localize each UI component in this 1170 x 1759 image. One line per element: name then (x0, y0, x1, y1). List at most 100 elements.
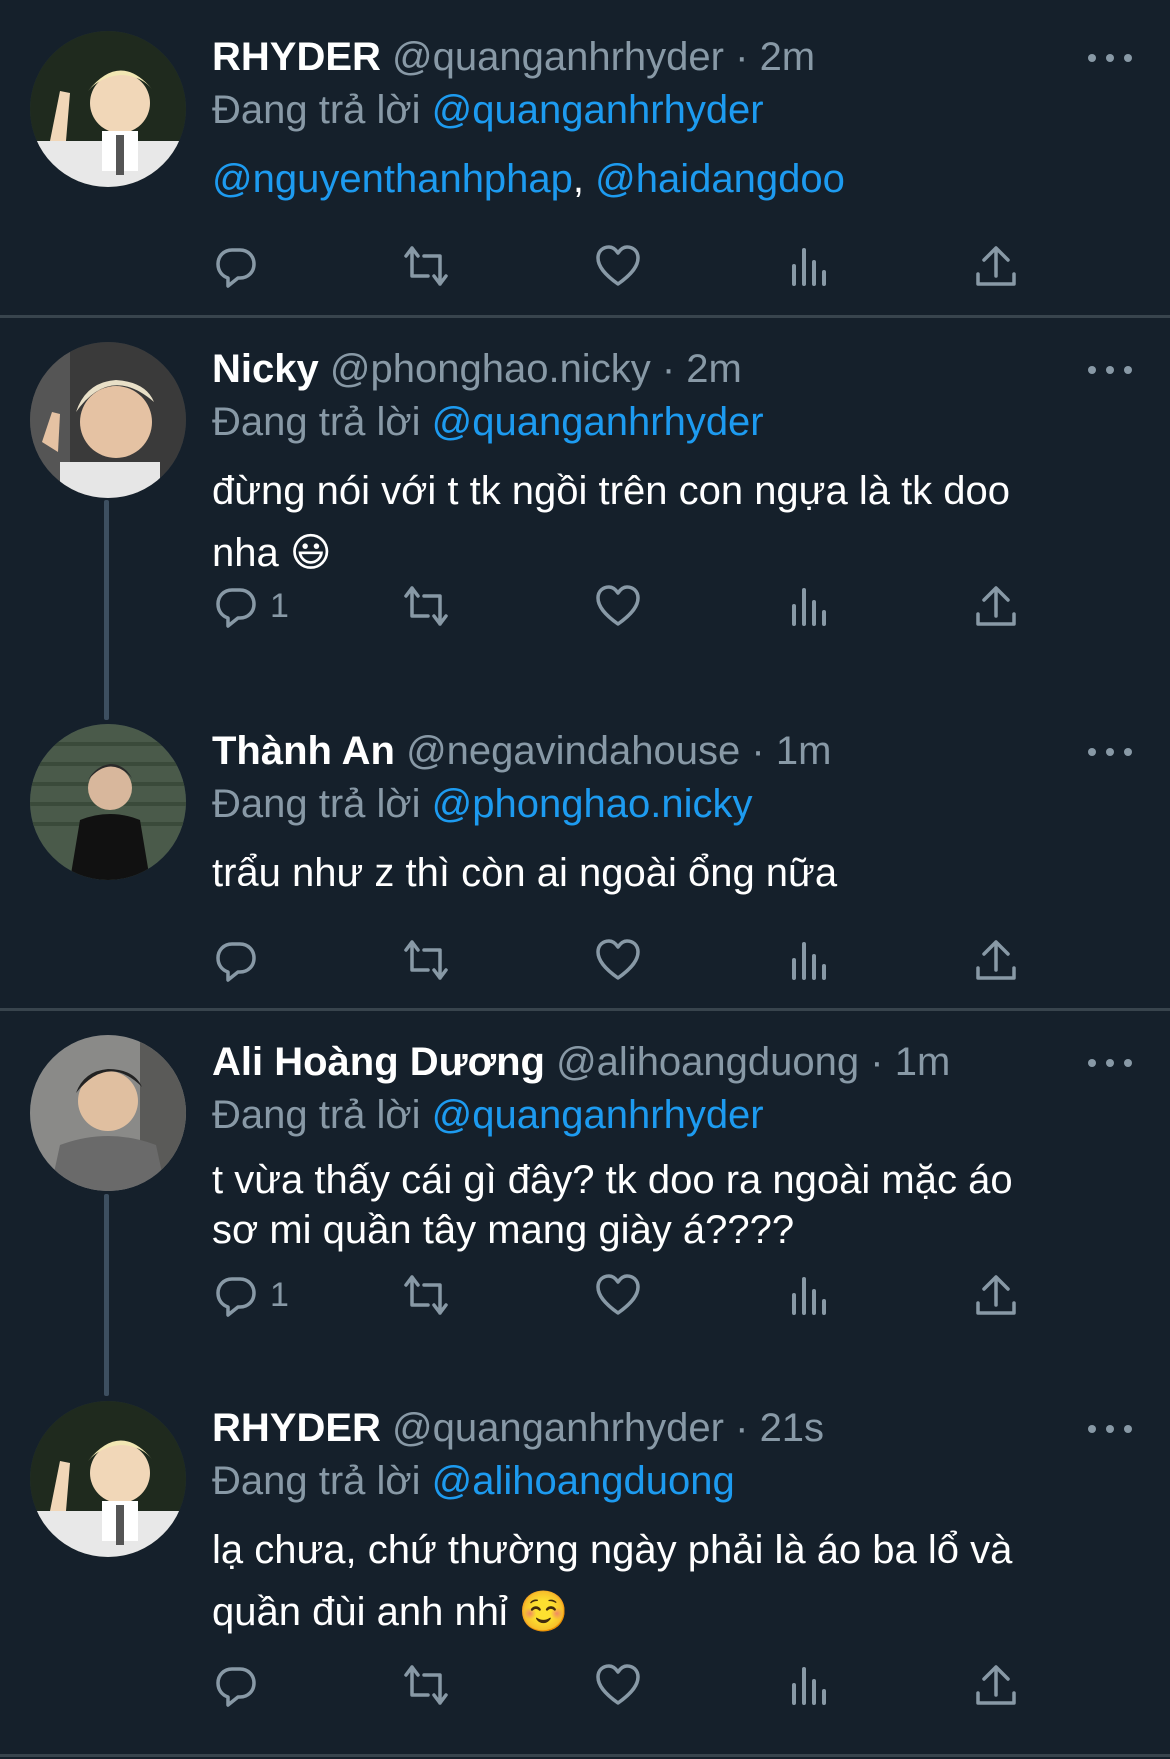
more-icon[interactable] (1088, 48, 1132, 68)
user-handle[interactable]: @quanganhrhyder (392, 35, 724, 79)
share-button[interactable] (972, 1269, 1020, 1321)
retweet-icon (404, 586, 448, 626)
share-icon (976, 1275, 1016, 1315)
reply-count: 1 (270, 1275, 289, 1314)
like-icon (596, 585, 640, 626)
tweet-header: Ali Hoàng Dương @alihoangduong · 1m (212, 1037, 950, 1087)
timestamp[interactable]: 2m (760, 35, 816, 79)
display-name[interactable]: RHYDER (212, 1406, 381, 1450)
avatar[interactable] (30, 724, 186, 880)
tweet[interactable]: RHYDER @quanganhrhyder · 21s Đang trả lờ… (0, 1377, 1170, 1753)
text-separator: , (572, 157, 596, 201)
views-icon (792, 1667, 826, 1705)
avatar[interactable] (30, 31, 186, 187)
retweet-button[interactable] (402, 580, 450, 632)
replying-to: Đang trả lời @alihoangduong (212, 1456, 735, 1506)
replying-to-mention[interactable]: @alihoangduong (432, 1459, 735, 1503)
tweet-text: đừng nói với t tk ngồi trên con ngựa là … (212, 460, 1112, 584)
share-icon (976, 1665, 1016, 1705)
tweet[interactable]: RHYDER @quanganhrhyder · 2m Đang trả lời… (0, 0, 1170, 316)
share-button[interactable] (972, 240, 1020, 292)
user-handle[interactable]: @negavindahouse (406, 729, 740, 773)
replying-to-label: Đang trả lời (212, 1093, 421, 1137)
like-button[interactable] (594, 240, 642, 292)
reply-button[interactable]: 1 (212, 1269, 289, 1321)
tweet-header: Thành An @negavindahouse · 1m (212, 726, 831, 776)
views-icon (792, 588, 826, 626)
reply-button[interactable] (212, 1659, 260, 1711)
avatar[interactable] (30, 1035, 186, 1191)
more-icon[interactable] (1088, 1419, 1132, 1439)
retweet-icon (404, 1665, 448, 1705)
mention-link[interactable]: @nguyenthanhphap (212, 157, 573, 201)
tweet-text-line: trẩu như z thì còn ai ngoài ổng nữa (212, 851, 838, 895)
avatar[interactable] (30, 1401, 186, 1557)
timestamp[interactable]: 21s (760, 1406, 825, 1450)
tweet-text-line: quần đùi anh nhỉ ☺️ (212, 1590, 569, 1634)
reply-count: 1 (270, 586, 289, 625)
views-button[interactable] (786, 580, 834, 632)
display-name[interactable]: Ali Hoàng Dương (212, 1040, 545, 1084)
more-icon[interactable] (1088, 360, 1132, 380)
replying-to-mention[interactable]: @quanganhrhyder (432, 88, 764, 132)
retweet-button[interactable] (402, 1269, 450, 1321)
avatar[interactable] (30, 342, 186, 498)
like-button[interactable] (594, 580, 642, 632)
more-icon[interactable] (1088, 1053, 1132, 1073)
share-button[interactable] (972, 580, 1020, 632)
tweet-header: Nicky @phonghao.nicky · 2m (212, 344, 742, 394)
like-button[interactable] (594, 1659, 642, 1711)
replying-to-mention[interactable]: @quanganhrhyder (432, 400, 764, 444)
tweet[interactable]: Nicky @phonghao.nicky · 2m Đang trả lời … (0, 318, 1170, 698)
replying-to-mention[interactable]: @phonghao.nicky (432, 782, 753, 826)
retweet-button[interactable] (402, 1659, 450, 1711)
share-button[interactable] (972, 934, 1020, 986)
reply-button[interactable] (212, 240, 260, 292)
timestamp[interactable]: 1m (776, 729, 832, 773)
timestamp[interactable]: 1m (895, 1040, 951, 1084)
tweet-text: trẩu như z thì còn ai ngoài ổng nữa (212, 842, 1112, 904)
separator-dot: · (735, 1406, 749, 1450)
like-button[interactable] (594, 1269, 642, 1321)
replying-to-mention[interactable]: @quanganhrhyder (432, 1093, 764, 1137)
user-handle[interactable]: @quanganhrhyder (392, 1406, 724, 1450)
more-icon[interactable] (1088, 742, 1132, 762)
display-name[interactable]: RHYDER (212, 35, 381, 79)
user-handle[interactable]: @phonghao.nicky (330, 347, 651, 391)
reply-icon (216, 942, 256, 982)
replying-to-label: Đang trả lời (212, 1459, 421, 1503)
retweet-icon (404, 246, 448, 286)
display-name[interactable]: Nicky (212, 347, 319, 391)
timestamp[interactable]: 2m (686, 347, 742, 391)
share-button[interactable] (972, 1659, 1020, 1711)
like-icon (596, 1664, 640, 1705)
retweet-button[interactable] (402, 934, 450, 986)
like-icon (596, 939, 640, 980)
retweet-button[interactable] (402, 240, 450, 292)
views-button[interactable] (786, 240, 834, 292)
mention-link[interactable]: @haidangdoo (595, 157, 845, 201)
tweet-divider (0, 1754, 1170, 1757)
tweet-text: t vừa thấy cái gì đây? tk doo ra ngoài m… (212, 1155, 1112, 1255)
views-button[interactable] (786, 934, 834, 986)
views-button[interactable] (786, 1659, 834, 1711)
display-name[interactable]: Thành An (212, 729, 395, 773)
tweet-text: lạ chưa, chứ thường ngày phải là áo ba l… (212, 1519, 1112, 1643)
user-handle[interactable]: @alihoangduong (556, 1040, 859, 1084)
replying-to: Đang trả lời @quanganhrhyder (212, 397, 764, 447)
like-button[interactable] (594, 934, 642, 986)
reply-button[interactable] (212, 934, 260, 986)
reply-button[interactable]: 1 (212, 580, 289, 632)
replying-to-label: Đang trả lời (212, 400, 421, 444)
replying-to-label: Đang trả lời (212, 88, 421, 132)
action-bar (212, 1659, 1032, 1711)
views-button[interactable] (786, 1269, 834, 1321)
separator-dot: · (735, 35, 749, 79)
tweet-text-line: nha 😃 (212, 531, 332, 575)
reply-icon (216, 1277, 256, 1317)
tweet[interactable]: Thành An @negavindahouse · 1m Đang trả l… (0, 700, 1170, 1008)
share-icon (976, 246, 1016, 286)
tweet[interactable]: Ali Hoàng Dương @alihoangduong · 1m Đang… (0, 1011, 1170, 1377)
like-icon (596, 1274, 640, 1315)
replying-to: Đang trả lời @phonghao.nicky (212, 779, 753, 829)
